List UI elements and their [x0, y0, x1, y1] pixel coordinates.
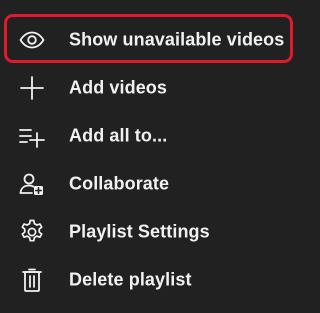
- trash-icon: [18, 266, 46, 294]
- menu-item-add-all-to[interactable]: Add all to...: [0, 112, 302, 160]
- playlist-context-menu: Show unavailable videos Add videos Add a…: [0, 0, 302, 313]
- eye-icon: [18, 26, 46, 54]
- add-person-icon: [18, 170, 46, 198]
- menu-item-label: Show unavailable videos: [69, 29, 285, 50]
- plus-icon: [18, 74, 46, 102]
- menu-item-label: Add videos: [69, 77, 168, 98]
- menu-item-label: Playlist Settings: [69, 221, 210, 242]
- menu-item-label: Collaborate: [69, 173, 170, 194]
- menu-item-delete-playlist[interactable]: Delete playlist: [0, 256, 302, 304]
- menu-item-add-videos[interactable]: Add videos: [0, 64, 302, 112]
- gear-icon: [18, 218, 46, 246]
- menu-item-playlist-settings[interactable]: Playlist Settings: [0, 208, 302, 256]
- menu-item-label: Delete playlist: [69, 269, 192, 290]
- add-to-list-icon: [18, 122, 46, 150]
- menu-item-label: Add all to...: [69, 125, 168, 146]
- menu-item-collaborate[interactable]: Collaborate: [0, 160, 302, 208]
- menu-item-show-unavailable-videos[interactable]: Show unavailable videos: [0, 16, 302, 64]
